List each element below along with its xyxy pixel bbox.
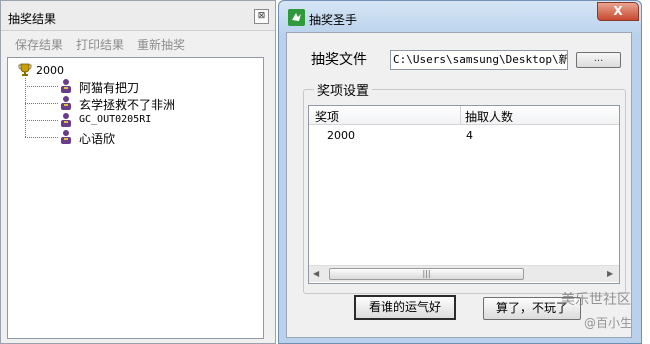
watermark-site: 美乐世社区 xyxy=(561,292,631,308)
app-icon xyxy=(288,9,305,26)
winner-name: 玄学拯救不了非洲 xyxy=(79,98,176,112)
column-header-prize[interactable]: 奖项 xyxy=(315,108,339,125)
person-icon xyxy=(61,130,71,144)
menu-print-results[interactable]: 打印结果 xyxy=(76,36,124,53)
main-window-title: 抽奖圣手 xyxy=(309,13,358,27)
person-icon xyxy=(61,113,71,127)
scroll-left-arrow-icon[interactable]: ◀ xyxy=(313,269,319,278)
winner-name: GC_OUT0205RI xyxy=(79,114,152,125)
prize-row[interactable]: 2000 4 xyxy=(309,126,619,144)
results-window: 抽奖结果 ⊠ 保存结果 打印结果 重新抽奖 2000 阿猫有把刀 玄学拯救不了非… xyxy=(0,0,276,344)
menu-save-results[interactable]: 保存结果 xyxy=(15,36,63,53)
scrollbar-thumb[interactable]: ||| xyxy=(329,268,524,280)
winner-name: 阿猫有把刀 xyxy=(79,81,140,95)
results-tree: 2000 阿猫有把刀 玄学拯救不了非洲 GC_OUT0205RI 心语欣 xyxy=(7,57,264,339)
person-icon xyxy=(61,96,71,110)
draw-lottery-button[interactable]: 看谁的运气好 xyxy=(354,295,456,320)
prize-settings-title: 奖项设置 xyxy=(314,80,373,99)
prize-cell: 2000 xyxy=(327,129,355,142)
file-label: 抽奖文件 xyxy=(311,52,367,68)
desktop-edge xyxy=(642,0,650,344)
trophy-icon xyxy=(18,63,32,76)
results-window-title: 抽奖结果 xyxy=(8,12,57,26)
results-menubar: 保存结果 打印结果 重新抽奖 xyxy=(1,32,275,54)
scroll-right-arrow-icon[interactable]: ▶ xyxy=(607,269,613,278)
watermark-author: @百小生 xyxy=(584,316,633,330)
file-path-field[interactable]: C:\Users\samsung\Desktop\新建 xyxy=(390,50,568,70)
winner-name: 心语欣 xyxy=(79,132,116,146)
menu-redraw[interactable]: 重新抽奖 xyxy=(137,36,185,53)
count-cell: 4 xyxy=(466,129,473,142)
main-close-button[interactable]: X xyxy=(597,2,639,21)
column-header-count[interactable]: 抽取人数 xyxy=(465,108,513,125)
prize-list-header: 奖项 抽取人数 xyxy=(309,106,619,125)
browse-button[interactable]: ... xyxy=(576,52,621,68)
results-titlebar: 抽奖结果 ⊠ xyxy=(1,1,275,31)
horizontal-scrollbar[interactable]: ◀ ||| ▶ xyxy=(309,265,619,282)
results-close-button[interactable]: ⊠ xyxy=(254,9,269,24)
tree-root-label: 2000 xyxy=(36,64,64,77)
prize-list[interactable]: 奖项 抽取人数 2000 4 ◀ ||| ▶ xyxy=(308,105,620,284)
person-icon xyxy=(61,79,71,93)
main-titlebar: 抽奖圣手 X xyxy=(279,1,641,33)
